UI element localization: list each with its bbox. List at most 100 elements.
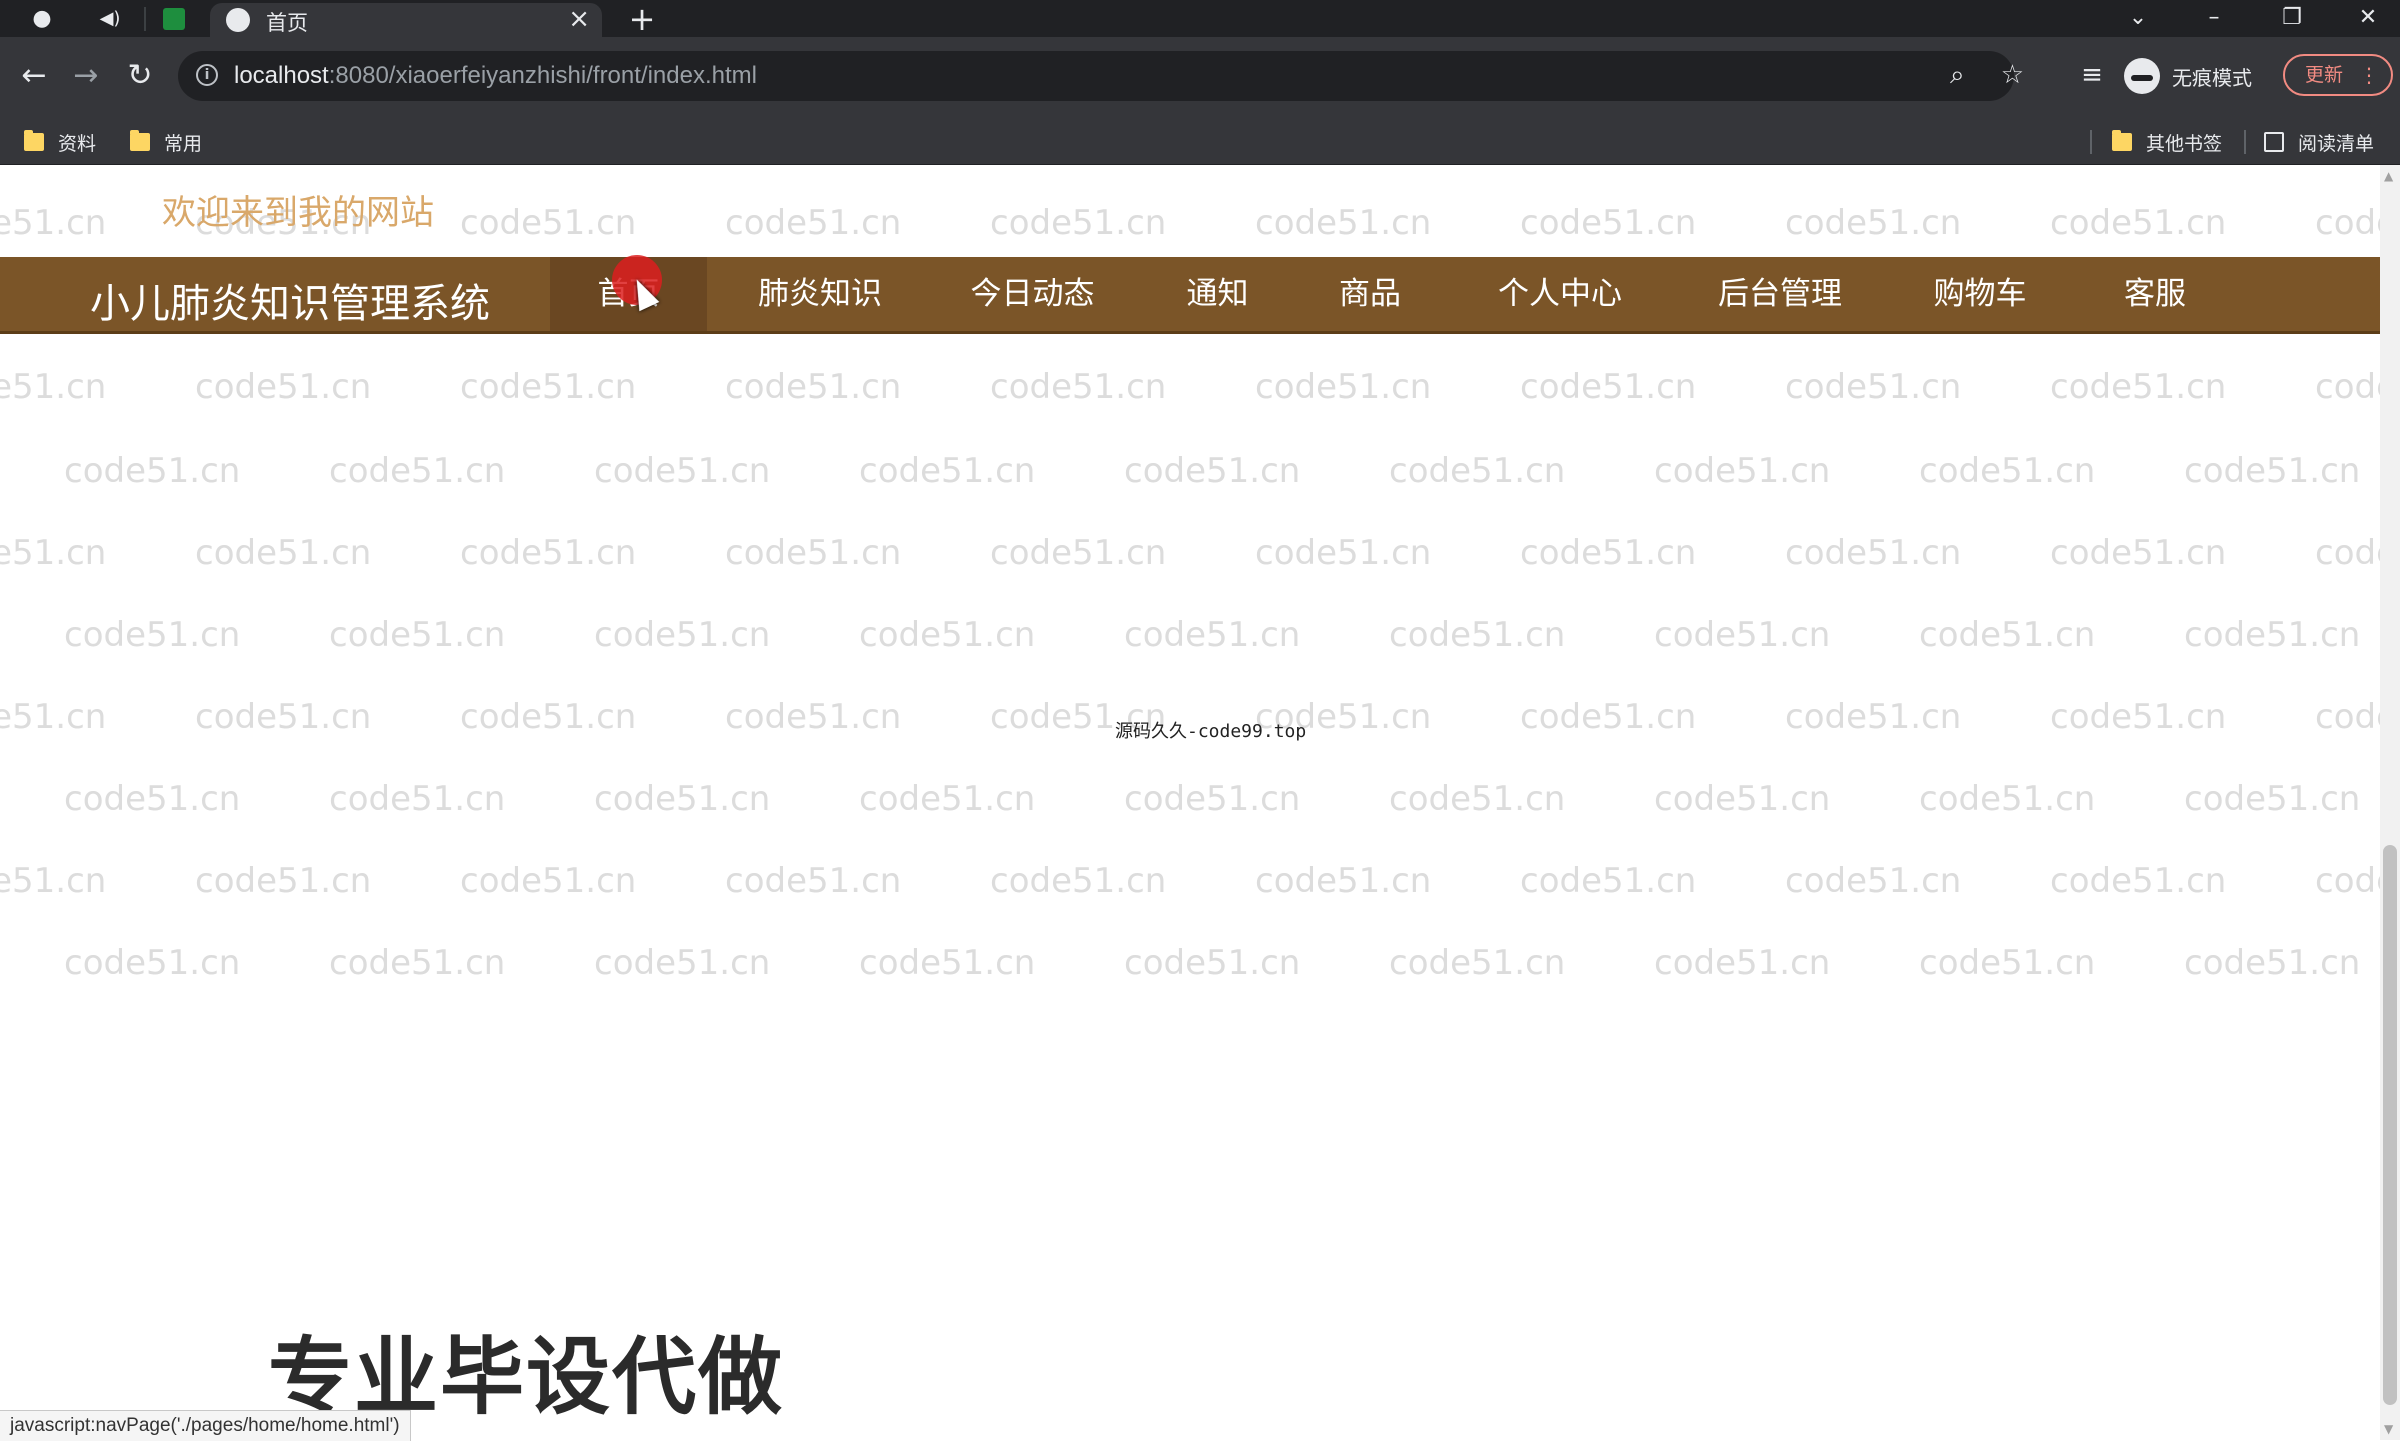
page-scrollbar[interactable]: ▲ ▼: [2380, 165, 2400, 1440]
link-status-bar: javascript:navPage('./pages/home/home.ht…: [0, 1410, 411, 1441]
incognito-profile[interactable]: 无痕模式: [2124, 52, 2252, 100]
site-info-icon[interactable]: i: [196, 64, 218, 86]
watermark-text: code51.cn: [1389, 943, 1566, 983]
bookmark-separator: [2090, 130, 2092, 154]
window-close-icon[interactable]: ✕: [2338, 0, 2398, 34]
watermark-text: code51.cn: [0, 533, 107, 573]
welcome-text: 欢迎来到我的网站: [162, 193, 434, 233]
bookmark-label: 资料: [58, 132, 97, 155]
watermark-text: code51.cn: [460, 861, 637, 901]
watermark-text: code51.cn: [2315, 203, 2380, 243]
watermark-text: code51.cn: [0, 697, 107, 737]
watermark-text: code51.cn: [725, 697, 902, 737]
watermark-text: code51.cn: [1124, 451, 1301, 491]
watermark-text: code51.cn: [1255, 861, 1432, 901]
watermark-text: code51.cn: [859, 615, 1036, 655]
scroll-down-icon[interactable]: ▼: [2384, 1422, 2393, 1436]
new-tab-icon[interactable]: +: [622, 0, 662, 38]
site-brand[interactable]: 小儿肺炎知识管理系统: [90, 271, 490, 329]
watermark-text: code51.cn: [2184, 779, 2361, 819]
watermark-text: code51.cn: [1255, 367, 1432, 407]
watermark-text: code51.cn: [594, 779, 771, 819]
watermark-text: code51.cn: [725, 861, 902, 901]
watermark-text: code51.cn: [1785, 697, 1962, 737]
bookmark-folder-changyong[interactable]: 常用: [130, 120, 202, 164]
watermark-text: code51.cn: [195, 367, 372, 407]
update-button[interactable]: 更新 ⋮: [2283, 54, 2393, 96]
watermark-text: code51.cn: [1124, 943, 1301, 983]
folder-icon: [2112, 130, 2132, 151]
browser-app-icon[interactable]: ●: [22, 3, 62, 34]
watermark-text: code51.cn: [1785, 203, 1962, 243]
watermark-text: code51.cn: [2184, 615, 2361, 655]
browser-toolbar: ← → ↻ i localhost:8080/xiaoerfeiyanzhish…: [0, 37, 2400, 120]
other-bookmarks[interactable]: 其他书签: [2112, 120, 2222, 164]
spreadsheet-tab-icon[interactable]: [154, 3, 194, 34]
watermark-text: code51.cn: [1919, 943, 2096, 983]
watermark-text: code51.cn: [64, 779, 241, 819]
watermark-text: code51.cn: [329, 779, 506, 819]
watermark-text: code51.cn: [1389, 779, 1566, 819]
bookmark-folder-ziliao[interactable]: 资料: [24, 120, 96, 164]
watermark-text: code51.cn: [64, 615, 241, 655]
watermark-text: code51.cn: [2050, 533, 2227, 573]
reading-mode-icon[interactable]: ≡: [2072, 55, 2112, 95]
more-menu-icon[interactable]: ⋮: [2359, 56, 2379, 94]
nav-personal-center[interactable]: 个人中心: [1480, 257, 1640, 331]
watermark-text: code51.cn: [1520, 861, 1697, 901]
watermark-text: code51.cn: [990, 203, 1167, 243]
watermark-text: code51.cn: [2184, 451, 2361, 491]
minimize-icon[interactable]: –: [2184, 0, 2244, 34]
incognito-icon: [2124, 58, 2160, 94]
address-bar[interactable]: i localhost:8080/xiaoerfeiyanzhishi/fron…: [178, 51, 2024, 101]
watermark-text: code51.cn: [329, 615, 506, 655]
forward-icon[interactable]: →: [66, 55, 106, 95]
folder-icon: [130, 130, 150, 151]
watermark-text: code51.cn: [1520, 203, 1697, 243]
zoom-icon[interactable]: ⌕: [1950, 60, 1965, 91]
watermark-text: code51.cn: [2184, 943, 2361, 983]
tab-title: 首页: [266, 11, 308, 35]
reading-list[interactable]: 阅读清单: [2264, 120, 2374, 164]
bookmark-label: 常用: [164, 132, 203, 155]
nav-customer-service[interactable]: 客服: [2100, 257, 2210, 331]
bookmarks-bar: 资料 常用 其他书签 阅读清单: [0, 120, 2400, 165]
tab-search-icon[interactable]: ⌄: [2108, 0, 2168, 34]
watermark-text: code51.cn: [1785, 533, 1962, 573]
watermark-text: code51.cn: [725, 203, 902, 243]
nav-products[interactable]: 商品: [1320, 257, 1420, 331]
back-icon[interactable]: ←: [14, 55, 54, 95]
watermark-text: code51.cn: [1654, 943, 1831, 983]
nav-today-news[interactable]: 今日动态: [950, 257, 1115, 331]
watermark-text: code51.cn: [0, 203, 107, 243]
watermark-text: code51.cn: [2315, 367, 2380, 407]
bookmark-star-icon[interactable]: ☆: [2001, 60, 2024, 90]
restore-icon[interactable]: ❐: [2262, 0, 2322, 34]
nav-notice[interactable]: 通知: [1170, 257, 1265, 331]
watermark-text: code51.cn: [594, 943, 771, 983]
watermark-text: code51.cn: [460, 367, 637, 407]
reload-icon[interactable]: ↻: [120, 55, 160, 95]
watermark-text: code51.cn: [329, 943, 506, 983]
main-navbar: 小儿肺炎知识管理系统 首页 肺炎知识 今日动态 通知 商品 个人中心 后台管理 …: [0, 257, 2380, 334]
watermark-text: code51.cn: [1654, 779, 1831, 819]
watermark-text: code51.cn: [1919, 451, 2096, 491]
browser-tab-strip: ● ◀) 首页 × + ⌄ – ❐ ✕: [0, 0, 2400, 38]
scrollbar-thumb[interactable]: [2383, 845, 2397, 1405]
watermark-text: code51.cn: [2315, 861, 2380, 901]
nav-admin[interactable]: 后台管理: [1700, 257, 1860, 331]
url-host: localhost: [234, 62, 329, 89]
watermark-text: code51.cn: [195, 861, 372, 901]
tab-close-icon[interactable]: ×: [568, 4, 590, 34]
watermark-text: code51.cn: [2050, 697, 2227, 737]
watermark-text: code51.cn: [460, 697, 637, 737]
tab-separator: [144, 7, 146, 31]
url-text[interactable]: localhost:8080/xiaoerfeiyanzhishi/front/…: [234, 62, 757, 90]
watermark-text: code51.cn: [594, 451, 771, 491]
active-tab[interactable]: 首页 ×: [210, 3, 602, 37]
watermark-text: code51.cn: [725, 533, 902, 573]
scroll-up-icon[interactable]: ▲: [2384, 169, 2393, 183]
nav-pneumonia-knowledge[interactable]: 肺炎知识: [740, 257, 900, 331]
nav-cart[interactable]: 购物车: [1920, 257, 2040, 331]
speaker-icon[interactable]: ◀): [90, 3, 130, 34]
